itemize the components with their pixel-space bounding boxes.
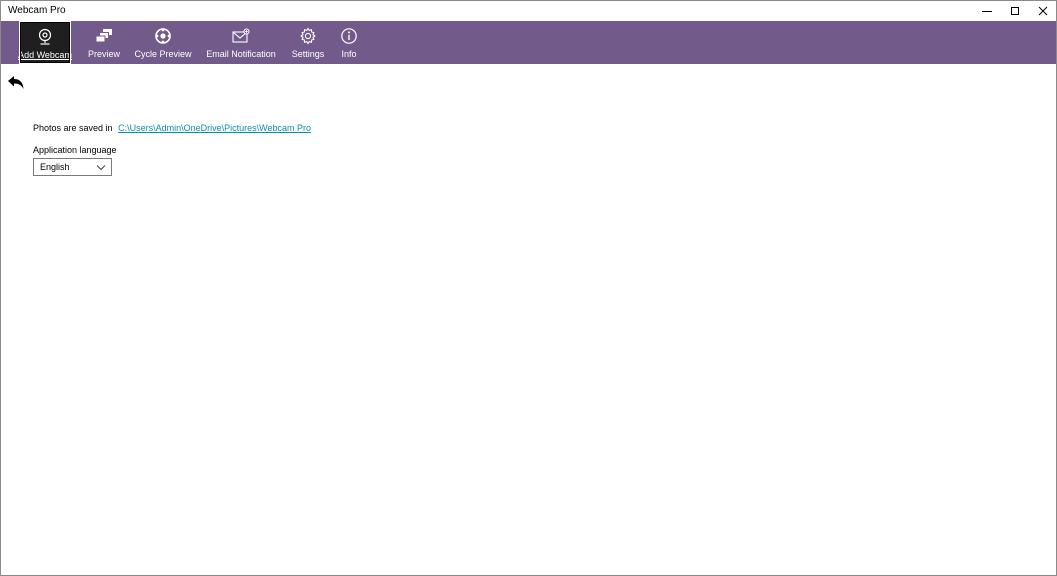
save-location-row: Photos are saved in C:\Users\Admin\OneDr… — [33, 122, 311, 134]
back-button[interactable] — [7, 75, 25, 91]
main-toolbar: Add Webcam Preview Cycle Preview Email N… — [1, 21, 1056, 64]
webcam-icon — [36, 28, 54, 46]
add-webcam-button[interactable]: Add Webcam — [18, 21, 72, 64]
language-dropdown[interactable]: English — [33, 158, 112, 176]
cycle-preview-button[interactable]: Cycle Preview — [134, 21, 192, 64]
language-label: Application language — [33, 145, 117, 155]
close-icon — [1038, 6, 1048, 16]
email-notification-label: Email Notification — [206, 49, 276, 59]
email-icon — [232, 27, 250, 45]
settings-label: Settings — [291, 49, 325, 59]
info-icon — [340, 27, 358, 45]
maximize-icon — [1011, 7, 1019, 15]
language-value: English — [40, 162, 70, 172]
preview-button[interactable]: Preview — [85, 21, 123, 64]
gear-icon — [299, 27, 317, 45]
back-arrow-icon — [8, 76, 24, 89]
cycle-preview-label: Cycle Preview — [134, 49, 192, 59]
preview-icon — [95, 27, 113, 45]
app-window: Webcam Pro Add Webcam Preview Cycle Prev… — [0, 0, 1057, 576]
add-webcam-label: Add Webcam — [18, 50, 72, 60]
minimize-button[interactable] — [973, 1, 1001, 21]
window-title: Webcam Pro — [8, 5, 66, 16]
minimize-icon — [982, 11, 992, 12]
save-location-link[interactable]: C:\Users\Admin\OneDrive\Pictures\Webcam … — [118, 123, 311, 133]
preview-label: Preview — [87, 49, 120, 59]
title-bar: Webcam Pro — [1, 1, 1056, 21]
chevron-down-icon — [96, 165, 106, 171]
save-location-label: Photos are saved in — [33, 123, 113, 133]
info-label: Info — [341, 49, 357, 59]
settings-button[interactable]: Settings — [289, 21, 327, 64]
email-notification-button[interactable]: Email Notification — [204, 21, 278, 64]
info-button[interactable]: Info — [336, 21, 362, 64]
maximize-button[interactable] — [1001, 1, 1029, 21]
cycle-icon — [154, 27, 172, 45]
close-button[interactable] — [1029, 1, 1056, 21]
